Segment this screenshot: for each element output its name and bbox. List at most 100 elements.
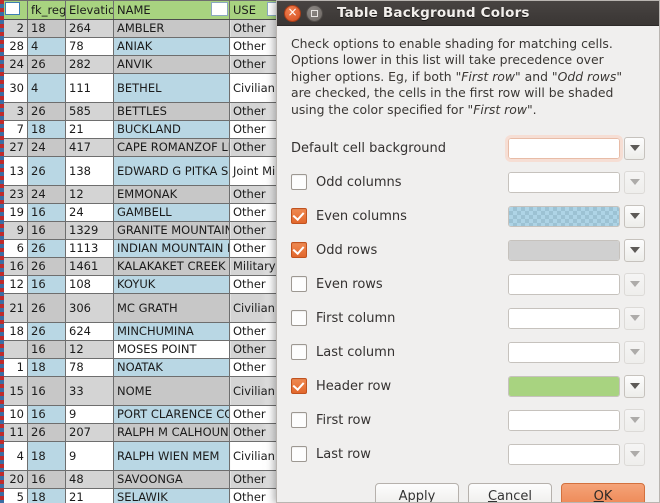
cell-fk-region[interactable]: 18 [28, 359, 66, 377]
cell-elevation[interactable]: 207 [66, 424, 114, 442]
table-row[interactable]: 28478ANIAKOther [4, 38, 281, 56]
cell-id[interactable]: 20 [4, 471, 28, 489]
cell-name[interactable]: RALPH M CALHOUN [114, 424, 230, 442]
table-row[interactable]: 232412EMMONAKOther [4, 186, 281, 204]
checkbox-header-row[interactable] [291, 378, 307, 394]
cell-fk-region[interactable]: 18 [28, 20, 66, 38]
cell-name[interactable]: KOYUK [114, 276, 230, 294]
chevron-down-icon[interactable] [624, 239, 645, 262]
color-swatch[interactable] [508, 172, 620, 193]
cell-name[interactable]: EMMONAK [114, 186, 230, 204]
cell-id[interactable]: 18 [4, 323, 28, 341]
maximize-icon[interactable] [306, 5, 323, 22]
table-row[interactable]: 1612MOSES POINTOther [4, 341, 281, 359]
cell-elevation[interactable]: 12 [66, 186, 114, 204]
color-picker[interactable] [508, 273, 645, 296]
cell-fk-region[interactable]: 18 [28, 121, 66, 139]
cell-name[interactable]: ANIAK [114, 38, 230, 56]
color-picker[interactable] [508, 375, 645, 398]
cell-elevation[interactable]: 111 [66, 74, 114, 103]
table-row[interactable]: 2724417CAPE ROMANZOF LRRSOther [4, 139, 281, 157]
cell-use[interactable]: Other [230, 103, 281, 121]
cell-elevation[interactable]: 21 [66, 489, 114, 503]
cell-name[interactable]: EDWARD G PITKA SR [114, 157, 230, 186]
cell-fk-region[interactable]: 26 [28, 424, 66, 442]
column-header-use[interactable]: USE [230, 1, 281, 20]
table-row[interactable]: 6261113INDIAN MOUNTAIN LRRSOther [4, 240, 281, 258]
cell-fk-region[interactable]: 24 [28, 139, 66, 157]
cell-elevation[interactable]: 417 [66, 139, 114, 157]
cell-elevation[interactable]: 264 [66, 20, 114, 38]
chevron-down-icon[interactable] [624, 409, 645, 432]
cell-name[interactable]: MOSES POINT [114, 341, 230, 359]
cell-elevation[interactable]: 282 [66, 56, 114, 74]
cell-use[interactable]: Other [230, 276, 281, 294]
color-picker[interactable] [508, 137, 645, 160]
cell-fk-region[interactable]: 16 [28, 471, 66, 489]
cell-use[interactable]: Other [230, 121, 281, 139]
cell-use[interactable]: Other [230, 20, 281, 38]
close-icon[interactable] [284, 5, 301, 22]
cell-elevation[interactable]: 48 [66, 471, 114, 489]
cell-name[interactable]: NOME [114, 377, 230, 406]
cell-id[interactable]: 5 [4, 489, 28, 503]
cell-use[interactable]: Other [230, 240, 281, 258]
cell-name[interactable]: RALPH WIEN MEM [114, 442, 230, 471]
cell-fk-region[interactable]: 16 [28, 204, 66, 222]
cell-use[interactable]: Other [230, 186, 281, 204]
cell-fk-region[interactable]: 26 [28, 294, 66, 323]
cell-fk-region[interactable]: 26 [28, 323, 66, 341]
checkbox-even-columns[interactable] [291, 208, 307, 224]
cell-name[interactable]: AMBLER [114, 20, 230, 38]
cell-id[interactable] [4, 341, 28, 359]
option-row-odd-rows[interactable]: Odd rows [291, 233, 645, 267]
color-swatch[interactable] [508, 444, 620, 465]
cell-id[interactable]: 15 [4, 377, 28, 406]
cell-name[interactable]: GAMBELL [114, 204, 230, 222]
table-row[interactable]: 2126306MC GRATHCivilian Public [4, 294, 281, 323]
cell-fk-region[interactable]: 16 [28, 341, 66, 359]
option-row-last-row[interactable]: Last row [291, 437, 645, 471]
cell-name[interactable]: BETHEL [114, 74, 230, 103]
table-row[interactable]: 1826624MINCHUMINAOther [4, 323, 281, 341]
cell-fk-region[interactable]: 16 [28, 222, 66, 240]
cell-name[interactable]: PORT CLARENCE CGS [114, 406, 230, 424]
table-row[interactable]: 326585BETTLESOther [4, 103, 281, 121]
cell-use[interactable]: Civilian Public [230, 294, 281, 323]
table-row[interactable]: 151633NOMECivilian Public [4, 377, 281, 406]
color-picker[interactable] [508, 171, 645, 194]
color-picker[interactable] [508, 307, 645, 330]
cell-fk-region[interactable]: 16 [28, 276, 66, 294]
chevron-down-icon[interactable] [624, 375, 645, 398]
chevron-down-icon[interactable] [624, 273, 645, 296]
cell-use[interactable]: Civilian Public [230, 442, 281, 471]
table-corner-header[interactable] [4, 1, 28, 20]
cell-elevation[interactable]: 21 [66, 121, 114, 139]
chevron-down-icon[interactable] [624, 137, 645, 160]
cell-use[interactable]: Other [230, 323, 281, 341]
cell-elevation[interactable]: 1329 [66, 222, 114, 240]
table-row[interactable]: 4189RALPH WIEN MEMCivilian Public [4, 442, 281, 471]
option-row-odd-columns[interactable]: Odd columns [291, 165, 645, 199]
cell-id[interactable]: 9 [4, 222, 28, 240]
cell-use[interactable]: Other [230, 406, 281, 424]
cell-use[interactable]: Civilian Public [230, 377, 281, 406]
option-row-header-row[interactable]: Header row [291, 369, 645, 403]
cell-name[interactable]: MC GRATH [114, 294, 230, 323]
option-row-even-rows[interactable]: Even rows [291, 267, 645, 301]
option-row-even-columns[interactable]: Even columns [291, 199, 645, 233]
checkbox-even-rows[interactable] [291, 276, 307, 292]
cell-use[interactable]: Civilian Public [230, 74, 281, 103]
table-row[interactable]: 1326138EDWARD G PITKA SRJoint Military C… [4, 157, 281, 186]
cell-id[interactable]: 16 [4, 258, 28, 276]
cell-name[interactable]: BUCKLAND [114, 121, 230, 139]
color-picker[interactable] [508, 443, 645, 466]
cell-name[interactable]: KALAKAKET CREEK AS [114, 258, 230, 276]
cell-id[interactable]: 12 [4, 276, 28, 294]
cell-elevation[interactable]: 1461 [66, 258, 114, 276]
cell-id[interactable]: 1 [4, 359, 28, 377]
cell-use[interactable]: Other [230, 489, 281, 503]
cell-id[interactable]: 28 [4, 38, 28, 56]
attribute-table[interactable]: fk_region Elevation NAME USE 218264AMBLE… [3, 0, 280, 503]
cell-use[interactable]: Other [230, 38, 281, 56]
